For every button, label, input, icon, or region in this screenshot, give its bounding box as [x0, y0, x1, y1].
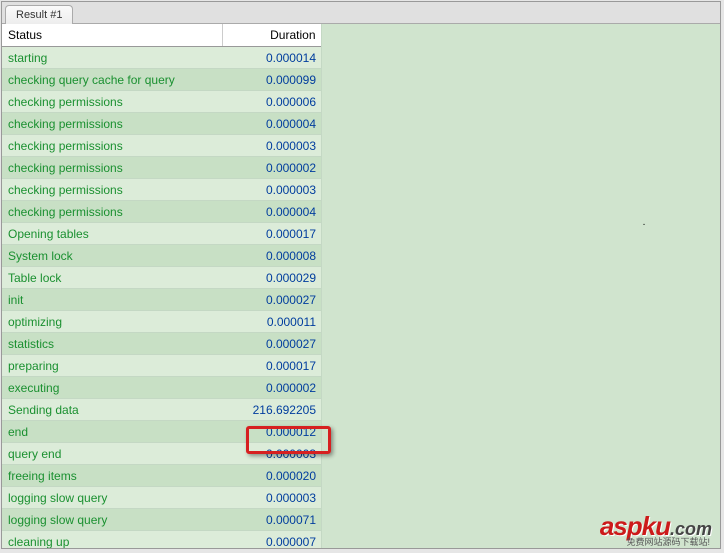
cell-status: Table lock: [2, 267, 222, 289]
tab-result-1[interactable]: Result #1: [5, 5, 73, 24]
table-row[interactable]: checking permissions0.000004: [2, 113, 322, 135]
result-window: Result #1 Status Duration starting0.0000…: [1, 1, 721, 549]
cell-duration: 0.000006: [222, 91, 322, 113]
cell-status: cleaning up: [2, 531, 222, 549]
cell-duration: 0.000004: [222, 201, 322, 223]
cell-duration: 0.000008: [222, 245, 322, 267]
table-row[interactable]: logging slow query0.000003: [2, 487, 322, 509]
cell-duration: 0.000012: [222, 421, 322, 443]
cell-status: logging slow query: [2, 487, 222, 509]
table-row[interactable]: statistics0.000027: [2, 333, 322, 355]
cell-duration: 0.000099: [222, 69, 322, 91]
cell-duration: 0.000002: [222, 157, 322, 179]
cell-status: freeing items: [2, 465, 222, 487]
table-row[interactable]: freeing items0.000020: [2, 465, 322, 487]
cell-duration: 0.000027: [222, 289, 322, 311]
cell-duration: 216.692205: [222, 399, 322, 421]
context-dot: .: [637, 217, 651, 231]
table-row[interactable]: end0.000012: [2, 421, 322, 443]
cell-duration: 0.000014: [222, 47, 322, 69]
cell-status: Sending data: [2, 399, 222, 421]
header-row: Status Duration: [2, 24, 322, 47]
cell-status: System lock: [2, 245, 222, 267]
table-row[interactable]: Sending data216.692205: [2, 399, 322, 421]
table-row[interactable]: checking permissions0.000003: [2, 179, 322, 201]
cell-status: checking permissions: [2, 201, 222, 223]
table-row[interactable]: cleaning up0.000007: [2, 531, 322, 549]
cell-duration: 0.000027: [222, 333, 322, 355]
table-row[interactable]: Table lock0.000029: [2, 267, 322, 289]
cell-duration: 0.000003: [222, 135, 322, 157]
cell-duration: 0.000002: [222, 377, 322, 399]
content-area: Status Duration starting0.000014checking…: [2, 24, 720, 548]
cell-duration: 0.000020: [222, 465, 322, 487]
table-row[interactable]: checking permissions0.000004: [2, 201, 322, 223]
table-row[interactable]: query end0.000003: [2, 443, 322, 465]
cell-status: optimizing: [2, 311, 222, 333]
table-row[interactable]: init0.000027: [2, 289, 322, 311]
cell-status: init: [2, 289, 222, 311]
cell-duration: 0.000029: [222, 267, 322, 289]
table-row[interactable]: preparing0.000017: [2, 355, 322, 377]
cell-duration: 0.000003: [222, 179, 322, 201]
cell-duration: 0.000017: [222, 355, 322, 377]
cell-duration: 0.000003: [222, 443, 322, 465]
cell-status: logging slow query: [2, 509, 222, 531]
cell-status: executing: [2, 377, 222, 399]
cell-status: query end: [2, 443, 222, 465]
table-row[interactable]: Opening tables0.000017: [2, 223, 322, 245]
cell-duration: 0.000011: [222, 311, 322, 333]
table-row[interactable]: checking permissions0.000003: [2, 135, 322, 157]
table-row[interactable]: checking permissions0.000006: [2, 91, 322, 113]
tab-bar: Result #1: [2, 2, 720, 24]
cell-duration: 0.000007: [222, 531, 322, 549]
table-row[interactable]: checking permissions0.000002: [2, 157, 322, 179]
table-row[interactable]: optimizing0.000011: [2, 311, 322, 333]
cell-status: checking permissions: [2, 135, 222, 157]
cell-status: checking query cache for query: [2, 69, 222, 91]
watermark-subtitle: 免费网站源码下载站!: [626, 535, 710, 548]
table-row[interactable]: executing0.000002: [2, 377, 322, 399]
cell-status: checking permissions: [2, 91, 222, 113]
cell-status: checking permissions: [2, 179, 222, 201]
cell-duration: 0.000003: [222, 487, 322, 509]
cell-duration: 0.000017: [222, 223, 322, 245]
table-row[interactable]: System lock0.000008: [2, 245, 322, 267]
cell-status: starting: [2, 47, 222, 69]
cell-status: checking permissions: [2, 113, 222, 135]
right-pane: [322, 24, 720, 548]
cell-status: checking permissions: [2, 157, 222, 179]
result-table-wrap: Status Duration starting0.000014checking…: [2, 24, 322, 548]
table-row[interactable]: checking query cache for query0.000099: [2, 69, 322, 91]
header-status[interactable]: Status: [2, 24, 222, 47]
cell-duration: 0.000004: [222, 113, 322, 135]
table-row[interactable]: starting0.000014: [2, 47, 322, 69]
cell-status: statistics: [2, 333, 222, 355]
cell-status: end: [2, 421, 222, 443]
table-row[interactable]: logging slow query0.000071: [2, 509, 322, 531]
cell-status: Opening tables: [2, 223, 222, 245]
cell-duration: 0.000071: [222, 509, 322, 531]
result-table: Status Duration starting0.000014checking…: [2, 24, 322, 548]
header-duration[interactable]: Duration: [222, 24, 322, 47]
cell-status: preparing: [2, 355, 222, 377]
